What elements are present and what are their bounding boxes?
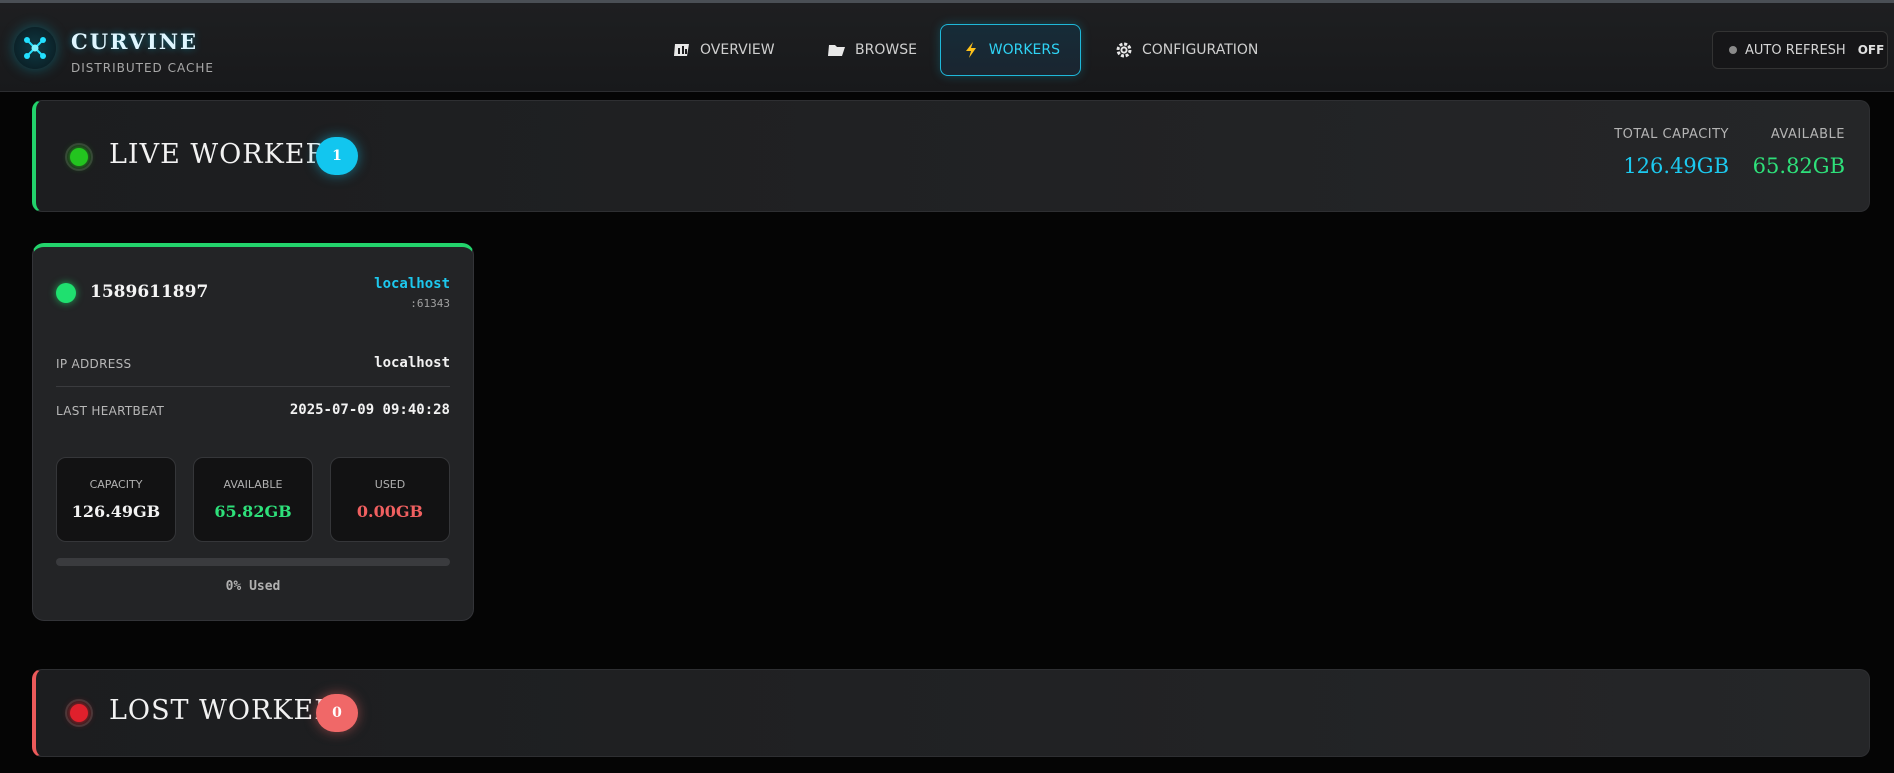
- total-capacity-label: TOTAL CAPACITY: [1614, 127, 1729, 142]
- nav-tab-overview[interactable]: OVERVIEW: [651, 24, 796, 76]
- worker-available-label: AVAILABLE: [223, 478, 283, 491]
- lost-workers-count-badge: 0: [316, 694, 358, 732]
- row-divider: [56, 386, 450, 387]
- brand-title: CURVINE: [71, 29, 199, 54]
- nav-label: BROWSE: [855, 42, 917, 58]
- live-workers-panel: LIVE WORKERS 1 TOTAL CAPACITY 126.49GB A…: [32, 100, 1870, 212]
- folder-icon: [827, 40, 847, 60]
- capacity-label: CAPACITY: [89, 478, 143, 491]
- lost-workers-panel: LOST WORKERS 0: [32, 669, 1870, 757]
- network-node-icon[interactable]: [14, 27, 56, 69]
- chart-bars-icon: [672, 40, 692, 60]
- nav-label: WORKERS: [988, 42, 1060, 58]
- nav-tab-configuration[interactable]: CONFIGURATION: [1093, 24, 1279, 76]
- worker-available-value: 65.82GB: [214, 502, 292, 521]
- status-dot-icon: [1729, 46, 1737, 54]
- nav-label: OVERVIEW: [700, 42, 775, 58]
- ip-address-label: IP ADDRESS: [56, 357, 132, 371]
- last-heartbeat-value: 2025-07-09 09:40:28: [289, 402, 450, 418]
- available-value: 65.82GB: [1752, 154, 1845, 178]
- worker-online-icon: [56, 283, 76, 303]
- last-heartbeat-label: LAST HEARTBEAT: [56, 404, 165, 418]
- auto-refresh-label: AUTO REFRESH: [1745, 42, 1846, 58]
- usage-percent-label: 0% Used: [225, 579, 281, 594]
- total-capacity-value: 126.49GB: [1623, 154, 1729, 178]
- nav-tab-workers[interactable]: WORKERS: [940, 24, 1081, 76]
- gear-icon: [1114, 40, 1134, 60]
- capacity-tile: CAPACITY 126.49GB: [56, 457, 176, 542]
- live-workers-count-badge: 1: [316, 137, 358, 175]
- live-workers-title: LIVE WORKERS: [109, 139, 347, 170]
- nav-label: CONFIGURATION: [1142, 42, 1259, 58]
- worker-port: :61343: [410, 297, 450, 310]
- available-tile: AVAILABLE 65.82GB: [193, 457, 313, 542]
- auto-refresh-toggle[interactable]: AUTO REFRESH OFF: [1712, 31, 1888, 69]
- total-capacity-stat: TOTAL CAPACITY 126.49GB: [1614, 127, 1729, 178]
- lost-status-icon: [65, 699, 93, 727]
- used-tile: USED 0.00GB: [330, 457, 450, 542]
- used-value: 0.00GB: [356, 502, 424, 521]
- lightning-icon: [961, 40, 981, 60]
- available-stat: AVAILABLE 65.82GB: [1753, 127, 1845, 178]
- ip-address-value: localhost: [374, 355, 450, 371]
- capacity-value: 126.49GB: [71, 502, 161, 521]
- used-label: USED: [374, 478, 406, 491]
- worker-card[interactable]: 1589611897 localhost :61343 IP ADDRESS l…: [32, 243, 474, 621]
- available-label: AVAILABLE: [1770, 127, 1845, 142]
- last-heartbeat-row: LAST HEARTBEAT 2025-07-09 09:40:28: [56, 400, 450, 424]
- app-header: CURVINE DISTRIBUTED CACHE OVERVIEW BROWS…: [0, 3, 1894, 92]
- worker-host: localhost: [374, 276, 450, 292]
- ip-address-row: IP ADDRESS localhost: [56, 353, 450, 377]
- brand-subtitle: DISTRIBUTED CACHE: [71, 61, 214, 75]
- usage-progress-bar: [56, 558, 450, 566]
- live-status-icon: [65, 143, 93, 171]
- auto-refresh-state: OFF: [1857, 43, 1885, 57]
- nav-tab-browse[interactable]: BROWSE: [806, 24, 938, 76]
- worker-id: 1589611897: [90, 282, 209, 302]
